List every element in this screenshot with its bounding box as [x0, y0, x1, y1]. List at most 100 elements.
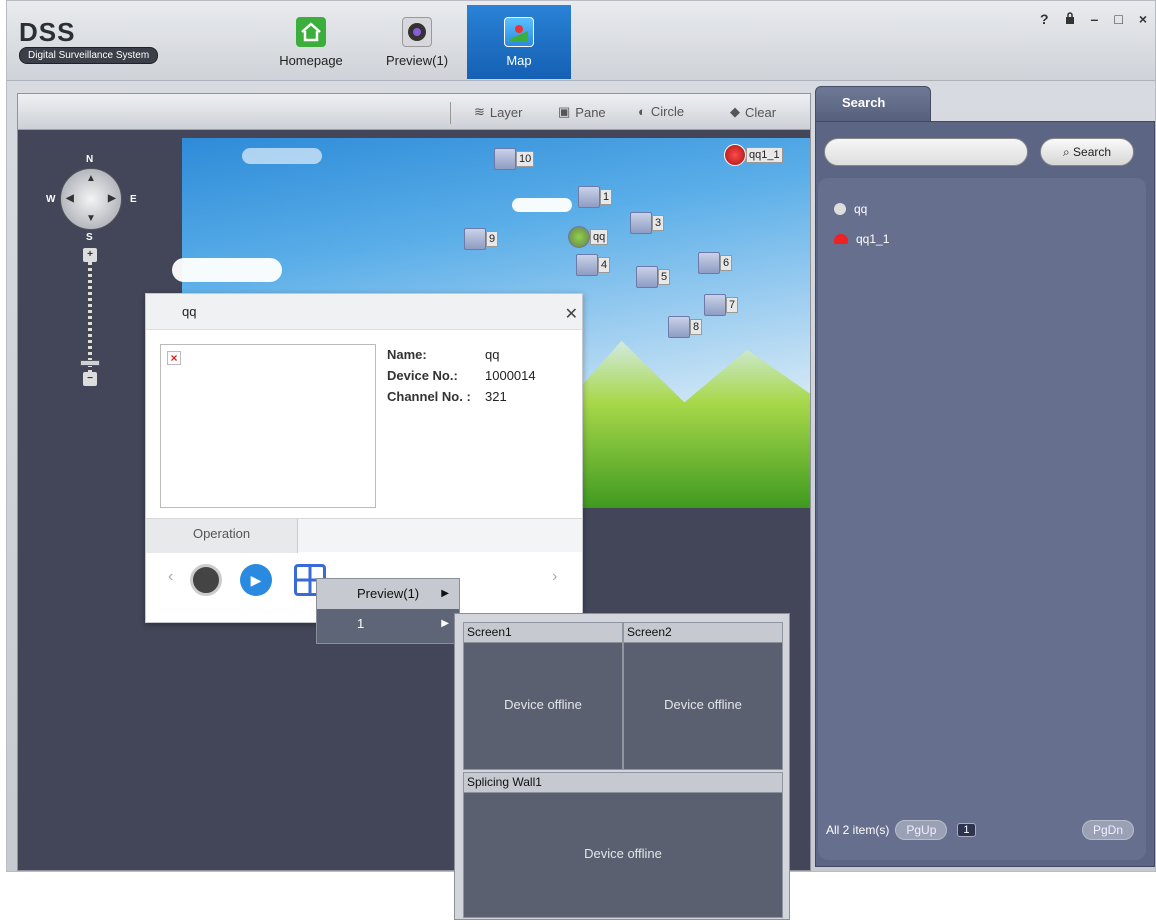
map-marker[interactable]: 6 — [698, 252, 733, 274]
map-marker-icon — [704, 294, 726, 316]
popup-title: qq — [146, 294, 582, 330]
pane-icon: ▣ — [558, 104, 571, 119]
search-button[interactable]: ⌕ Search — [1040, 138, 1134, 166]
tab-map[interactable]: Map — [467, 5, 571, 79]
screen-title: Splicing Wall1 — [464, 773, 782, 793]
pane-button[interactable]: ▣ Pane — [558, 104, 606, 120]
snapshot-icon[interactable] — [190, 564, 222, 596]
layer-label: Layer — [489, 104, 523, 120]
map-marker-icon — [494, 148, 516, 170]
camera-marker-icon — [568, 226, 590, 248]
search-input[interactable] — [824, 138, 1028, 166]
logo-title: DSS — [19, 17, 76, 47]
close-icon[interactable]: ✕ — [565, 304, 578, 324]
map-marker[interactable]: 7 — [704, 294, 739, 316]
tab-operation[interactable]: Operation — [146, 519, 298, 553]
tab-map-label: Map — [506, 53, 532, 68]
compass-north: N — [86, 154, 94, 165]
camera-icon — [402, 17, 432, 47]
map-marker[interactable]: 3 — [630, 212, 665, 234]
screen-status: Device offline — [504, 697, 582, 712]
menu-item-label: Preview(1) — [357, 586, 420, 601]
page-number[interactable]: 1 — [957, 823, 976, 837]
list-item[interactable]: qq1_1 — [834, 232, 889, 246]
map-marker[interactable]: 9 — [464, 228, 499, 250]
search-button-label: Search — [1073, 145, 1112, 159]
zoom-slider-handle[interactable] — [80, 360, 100, 366]
map-marker-icon — [464, 228, 486, 250]
compass-east: E — [130, 194, 137, 205]
zoom-slider[interactable] — [88, 262, 92, 372]
close-button[interactable]: × — [1139, 11, 1147, 27]
header: DSS Digital Surveillance System Homepage… — [7, 1, 1155, 81]
logo: DSS Digital Surveillance System — [19, 17, 159, 64]
maximize-button[interactable]: □ — [1114, 11, 1122, 27]
screen-2[interactable]: Screen2 Device offline — [623, 622, 783, 770]
help-button[interactable]: ? — [1040, 11, 1049, 27]
zoom-out-button[interactable]: − — [83, 372, 97, 386]
map-marker-label: 1 — [600, 189, 613, 205]
screen-status: Device offline — [584, 846, 662, 861]
pager-total: All 2 item(s) — [826, 823, 890, 837]
map-marker-label: 4 — [598, 257, 611, 273]
menu-item-1[interactable]: 1 ▶ — [317, 609, 459, 639]
pan-left-icon[interactable]: ◀ — [66, 193, 74, 204]
pan-down-icon[interactable]: ▼ — [86, 213, 96, 224]
scroll-right-icon[interactable]: › — [552, 568, 557, 586]
zoom-in-button[interactable]: + — [83, 248, 97, 262]
pane-label: Pane — [575, 104, 606, 120]
screen-submenu: Screen1 Device offline Screen2 Device of… — [454, 613, 790, 920]
map-marker[interactable]: 4 — [576, 254, 611, 276]
pgup-button[interactable]: PgUp — [895, 820, 948, 840]
map-marker[interactable]: 1 — [578, 186, 613, 208]
context-menu: Preview(1) ▶ 1 ▶ — [316, 578, 460, 644]
minimize-button[interactable]: – — [1091, 11, 1099, 27]
menu-item-preview[interactable]: Preview(1) ▶ — [317, 579, 459, 609]
submenu-arrow-icon: ▶ — [441, 588, 449, 599]
tab-preview-label: Preview(1) — [385, 53, 449, 68]
info-key: Name: — [387, 347, 427, 362]
info-value: qq — [485, 347, 500, 362]
map-marker-label: 8 — [690, 319, 703, 335]
list-item[interactable]: qq — [834, 202, 867, 216]
pan-right-icon[interactable]: ▶ — [108, 193, 116, 204]
circle-button[interactable]: ◐ Circle — [638, 104, 684, 119]
map-marker-label: qq — [590, 229, 609, 245]
map-marker[interactable]: 5 — [636, 266, 671, 288]
tab-search[interactable]: Search — [815, 86, 931, 122]
alarm-icon — [834, 234, 848, 244]
circle-label: Circle — [650, 104, 685, 119]
compass-control: N ▲ ▼ ◀ ▶ W E S + − — [44, 154, 154, 504]
tab-homepage[interactable]: Homepage — [259, 5, 363, 79]
map-marker-icon — [576, 254, 598, 276]
device-info: Name: qq Device No.: 1000014 Channel No. :… — [387, 344, 536, 407]
tab-preview[interactable]: Preview(1) — [365, 5, 469, 79]
map-icon — [504, 17, 534, 47]
layer-icon: ≋ — [474, 104, 485, 119]
device-snapshot: × — [160, 344, 376, 508]
pan-control[interactable]: ▲ ▼ ◀ ▶ — [60, 168, 122, 230]
clear-button[interactable]: ◆ Clear — [730, 104, 776, 120]
map-marker-icon — [578, 186, 600, 208]
lock-icon[interactable] — [1065, 11, 1075, 27]
pgdn-button[interactable]: PgDn — [1081, 820, 1134, 840]
info-key: Channel No. : — [387, 389, 471, 404]
alarm-icon — [724, 144, 746, 166]
cloud — [512, 198, 572, 212]
screen-1[interactable]: Screen1 Device offline — [463, 622, 623, 770]
tab-homepage-label: Homepage — [279, 53, 343, 68]
play-icon[interactable]: ▶ — [240, 564, 272, 596]
layer-button[interactable]: ≋ Layer — [474, 104, 522, 120]
map-marker[interactable]: 10 — [494, 148, 535, 170]
map-alarm-marker[interactable]: qq1_1 — [724, 144, 783, 166]
info-value: 1000014 — [485, 368, 536, 383]
device-popup: qq ✕ × Name: qq Device No.: 1000014 Channe… — [145, 293, 583, 623]
map-camera-marker[interactable]: qq — [568, 226, 609, 248]
splicing-wall-1[interactable]: Splicing Wall1 Device offline — [463, 772, 783, 918]
info-value: 321 — [485, 389, 507, 404]
broken-image-icon: × — [167, 351, 181, 365]
map-marker[interactable]: 8 — [668, 316, 703, 338]
result-label: qq1_1 — [856, 232, 890, 246]
scroll-left-icon[interactable]: ‹ — [168, 568, 173, 586]
pan-up-icon[interactable]: ▲ — [86, 173, 96, 184]
